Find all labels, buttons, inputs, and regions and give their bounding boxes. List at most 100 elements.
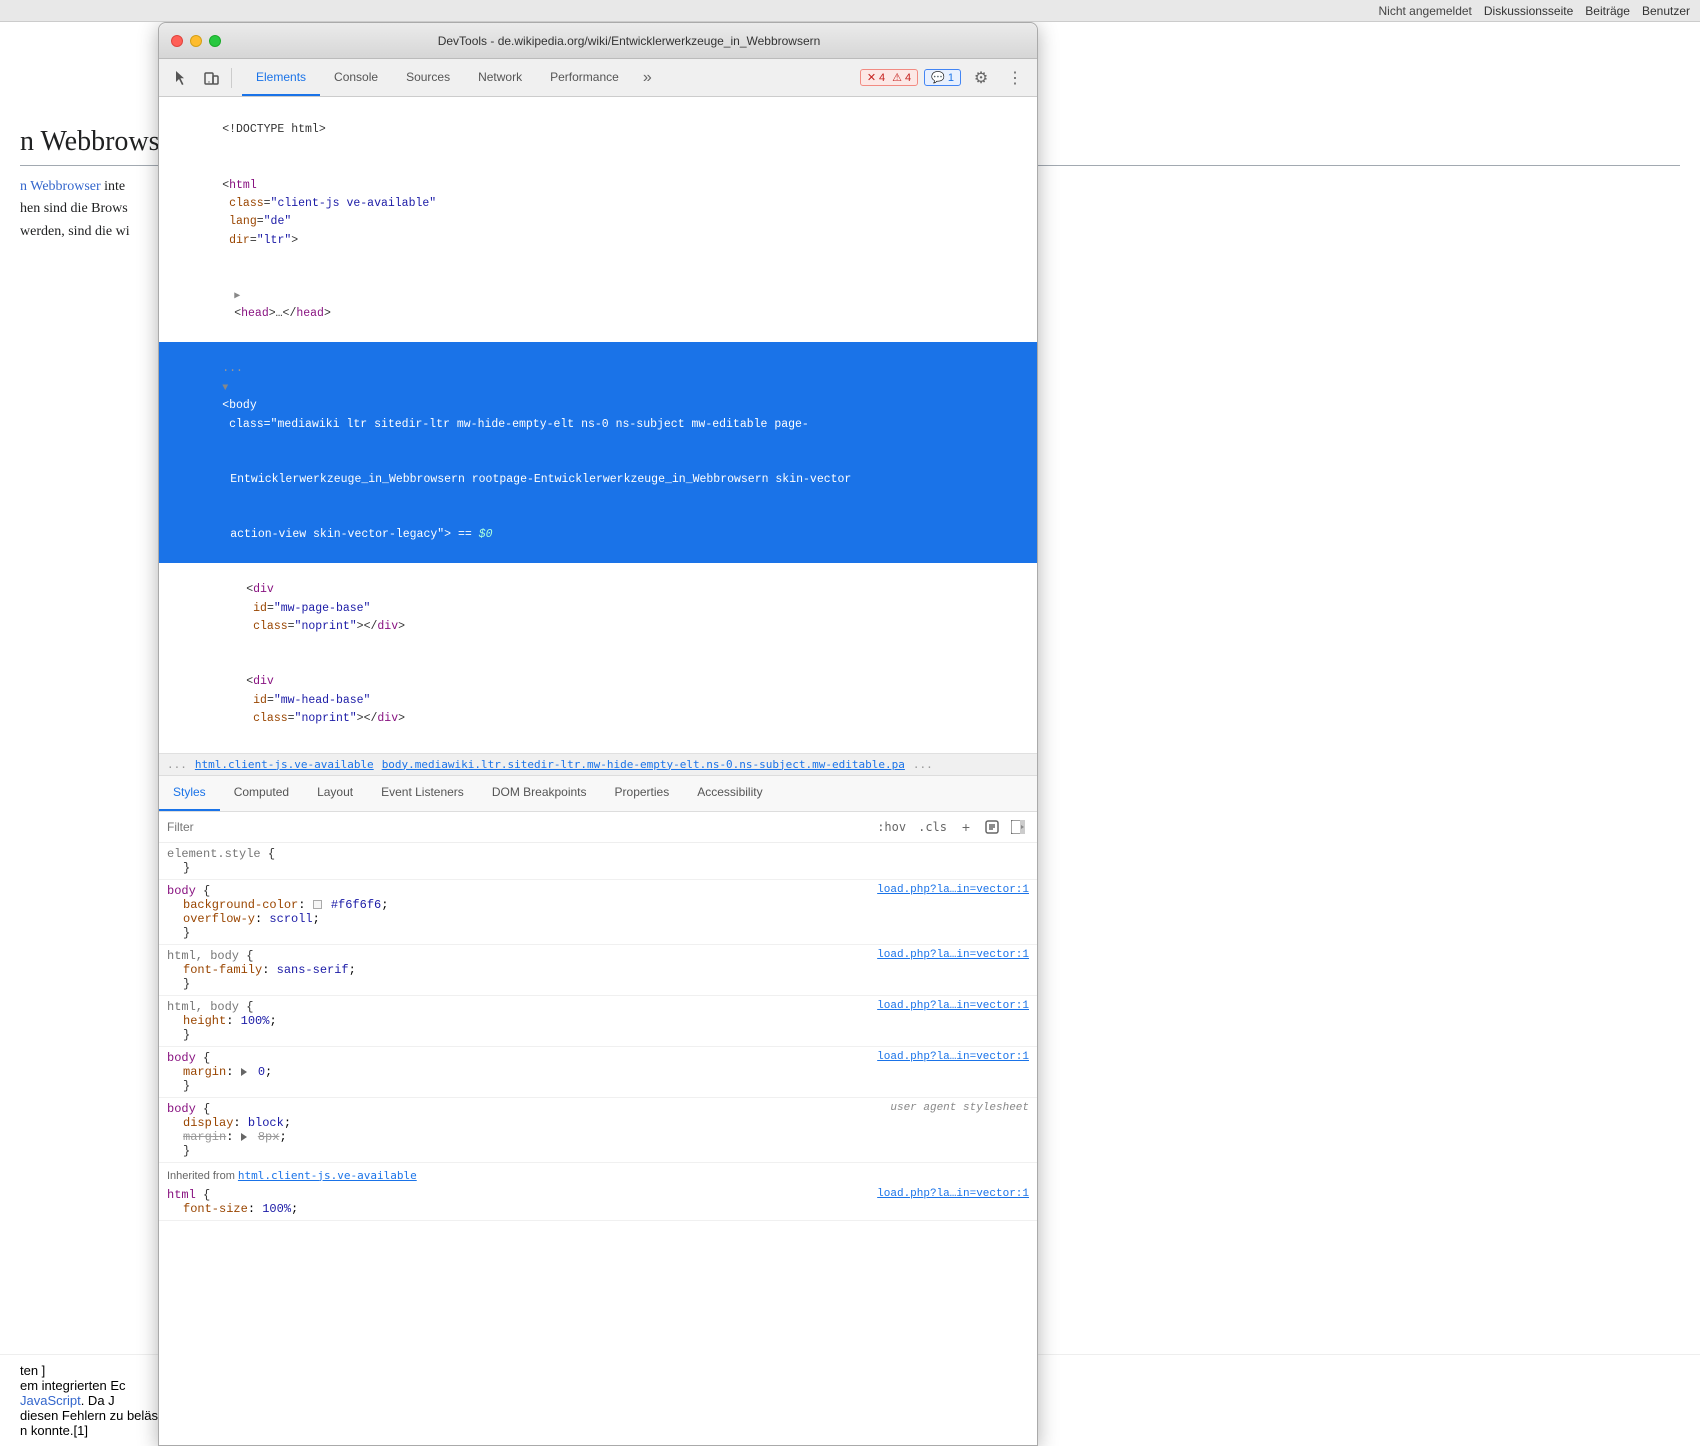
tab-elements[interactable]: Elements: [242, 59, 320, 96]
doctype-text: <!DOCTYPE html>: [222, 123, 326, 136]
user-link[interactable]: Benutzer: [1642, 4, 1690, 18]
devtools-body: <!DOCTYPE html> <html class="client-js v…: [159, 97, 1037, 1445]
html-class-attr: class: [222, 197, 263, 210]
error-x-icon: ✕: [867, 71, 876, 84]
javascript-link[interactable]: JavaScript: [20, 1393, 81, 1408]
toggle-sidebar-button[interactable]: [1007, 816, 1029, 838]
selector-html-1: html: [167, 1188, 196, 1202]
html-line-body-cont: Entwicklerwerkzeuge_in_Webbrowsern rootp…: [159, 452, 1037, 507]
body-1-prop-bg: background-color: #f6f6f6;: [167, 898, 1029, 912]
expand-arrow-head[interactable]: ▶: [234, 291, 240, 302]
selector-text: element.style: [167, 847, 261, 861]
html-tag: html: [229, 179, 257, 192]
selector-body-1: body: [167, 884, 196, 898]
tab-console[interactable]: Console: [320, 59, 392, 96]
htmlbody-1-header: load.php?la…in=vector:1 html, body {: [167, 949, 1029, 963]
html-line-div2: <div id="mw-head-base" class="noprint"><…: [159, 655, 1037, 747]
info-count: 1: [948, 72, 954, 84]
body-2-margin: margin: 0;: [167, 1065, 1029, 1079]
inherited-link[interactable]: html.client-js.ve-available: [238, 1169, 417, 1182]
css-rule-htmlbody-1: load.php?la…in=vector:1 html, body { fon…: [159, 945, 1037, 996]
more-options-button[interactable]: ⋮: [1001, 64, 1029, 92]
filter-actions: :hov .cls +: [873, 816, 1029, 838]
html-class-value: "client-js ve-available": [271, 197, 437, 210]
body-1-header: load.php?la…in=vector:1 body {: [167, 884, 1029, 898]
tab-dom-breakpoints[interactable]: DOM Breakpoints: [478, 776, 601, 811]
css-source-htmlbody-2[interactable]: load.php?la…in=vector:1: [877, 1000, 1029, 1012]
error-count: 4: [879, 72, 885, 84]
not-logged-indicator: Nicht angemeldet: [1379, 4, 1472, 18]
selector-htmlbody-2: html, body: [167, 1000, 239, 1014]
settings-button[interactable]: ⚙: [967, 64, 995, 92]
tab-network[interactable]: Network: [464, 59, 536, 96]
breadcrumb-html[interactable]: html.client-js.ve-available: [195, 758, 374, 771]
filter-bar: :hov .cls +: [159, 812, 1037, 843]
breadcrumb-ellipsis[interactable]: ...: [167, 758, 187, 771]
tab-accessibility[interactable]: Accessibility: [683, 776, 776, 811]
info-badge[interactable]: 💬 1: [924, 69, 961, 86]
minimize-button[interactable]: [190, 35, 202, 47]
styles-panel[interactable]: element.style { } load.php?la…in=vector:…: [159, 843, 1037, 1445]
css-source-ua: user agent stylesheet: [890, 1102, 1029, 1114]
element-state-button[interactable]: [981, 816, 1003, 838]
css-rule-body-2: load.php?la…in=vector:1 body { margin: 0…: [159, 1047, 1037, 1098]
element-style-close: }: [167, 861, 1029, 875]
css-rule-body-ua: user agent stylesheet body { display: bl…: [159, 1098, 1037, 1163]
cls-button[interactable]: .cls: [914, 819, 951, 835]
toolbar-divider-1: [231, 68, 232, 88]
breadcrumb-bar: ... html.client-js.ve-available body.med…: [159, 754, 1037, 776]
warning-count: 4: [905, 72, 911, 84]
htmlbody-2-height: height: 100%;: [167, 1014, 1029, 1028]
tab-styles[interactable]: Styles: [159, 776, 220, 811]
devtools-toolbar: Elements Console Sources Network Perform…: [159, 59, 1037, 97]
html-line-html: <html class="client-js ve-available" lan…: [159, 158, 1037, 268]
inherited-header: Inherited from html.client-js.ve-availab…: [159, 1163, 1037, 1184]
device-icon[interactable]: [197, 64, 225, 92]
info-chat-icon: 💬: [931, 71, 945, 84]
body-2-close: }: [167, 1079, 1029, 1093]
tab-performance[interactable]: Performance: [536, 59, 633, 96]
expand-arrow-body[interactable]: ▼: [222, 383, 228, 394]
tab-layout[interactable]: Layout: [303, 776, 367, 811]
error-badge[interactable]: ✕ 4 ⚠ 4: [860, 69, 918, 86]
html-1-fontsize: font-size: 100%;: [167, 1202, 1029, 1216]
hov-button[interactable]: :hov: [873, 819, 910, 835]
window-title: DevTools - de.wikipedia.org/wiki/Entwick…: [233, 34, 1025, 48]
css-source-htmlbody-1[interactable]: load.php?la…in=vector:1: [877, 949, 1029, 961]
tab-event-listeners[interactable]: Event Listeners: [367, 776, 478, 811]
tab-sources[interactable]: Sources: [392, 59, 464, 96]
tab-properties[interactable]: Properties: [601, 776, 684, 811]
css-source-body-1[interactable]: load.php?la…in=vector:1: [877, 884, 1029, 896]
inner-tabs-bar: Styles Computed Layout Event Listeners D…: [159, 776, 1037, 812]
body-2-header: load.php?la…in=vector:1 body {: [167, 1051, 1029, 1065]
css-rule-htmlbody-2: load.php?la…in=vector:1 html, body { hei…: [159, 996, 1037, 1047]
selector-htmlbody-1: html, body: [167, 949, 239, 963]
expand-margin-ua-icon[interactable]: [241, 1133, 247, 1141]
css-rule-body-1: load.php?la…in=vector:1 body { backgroun…: [159, 880, 1037, 945]
tab-computed[interactable]: Computed: [220, 776, 303, 811]
filter-input[interactable]: [167, 820, 873, 834]
maximize-button[interactable]: [209, 35, 221, 47]
cursor-icon[interactable]: [167, 64, 195, 92]
css-rule-element-style: element.style { }: [159, 843, 1037, 880]
css-source-html-1[interactable]: load.php?la…in=vector:1: [877, 1188, 1029, 1200]
dotdotdot: ...: [222, 362, 243, 375]
contributions-link[interactable]: Beiträge: [1585, 4, 1630, 18]
add-style-rule-button[interactable]: +: [955, 816, 977, 838]
expand-margin-icon[interactable]: [241, 1068, 247, 1076]
wiki-link-webbrowser[interactable]: n Webbrowser: [20, 179, 101, 194]
breadcrumb-more[interactable]: ...: [913, 758, 933, 771]
breadcrumb-body[interactable]: body.mediawiki.ltr.sitedir-ltr.mw-hide-e…: [382, 758, 905, 771]
selector-body-2: body: [167, 1051, 196, 1065]
toolbar-right: ✕ 4 ⚠ 4 💬 1 ⚙ ⋮: [860, 64, 1029, 92]
html-line-head[interactable]: ▶ <head>…</head>: [159, 269, 1037, 343]
titlebar: DevTools - de.wikipedia.org/wiki/Entwick…: [159, 23, 1037, 59]
css-source-body-2[interactable]: load.php?la…in=vector:1: [877, 1051, 1029, 1063]
devtools-window: DevTools - de.wikipedia.org/wiki/Entwick…: [158, 22, 1038, 1446]
color-swatch-f6f6f6[interactable]: [313, 900, 322, 909]
close-button[interactable]: [171, 35, 183, 47]
html-line-body[interactable]: ... ▼ <body class="mediawiki ltr sitedir…: [159, 342, 1037, 452]
more-tabs-button[interactable]: »: [635, 69, 660, 87]
discussion-link[interactable]: Diskussionsseite: [1484, 4, 1573, 18]
body-ua-header: user agent stylesheet body {: [167, 1102, 1029, 1116]
